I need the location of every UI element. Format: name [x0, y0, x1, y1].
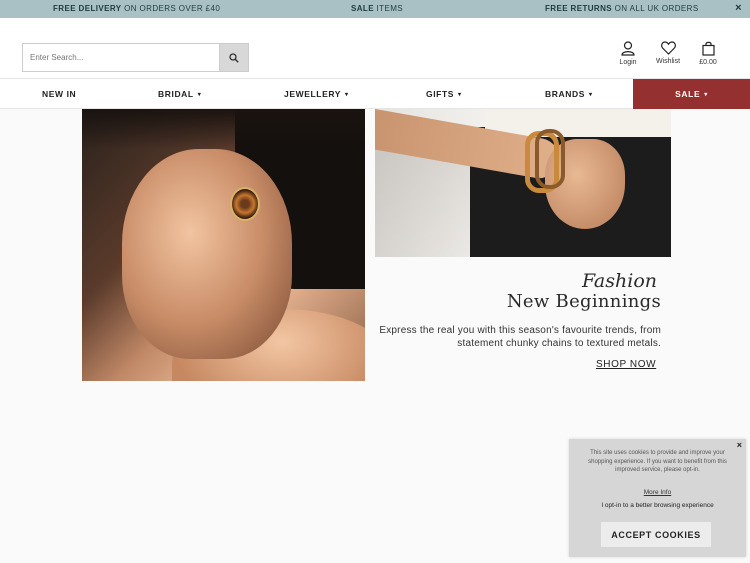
- nav-bridal-label: BRIDAL: [158, 89, 194, 99]
- basket-total: £0.00: [699, 59, 717, 66]
- wishlist-label: Wishlist: [655, 58, 681, 65]
- user-icon: [621, 41, 635, 56]
- cookie-message: This site uses cookies to provide and im…: [588, 450, 727, 473]
- promo-delivery-bold: FREE DELIVERY: [53, 4, 122, 13]
- nav-bridal[interactable]: BRIDAL ▾: [158, 79, 201, 109]
- chevron-down-icon: ▾: [704, 92, 708, 98]
- promo-close-icon[interactable]: ×: [735, 2, 742, 14]
- nav-brands-label: BRANDS: [545, 89, 585, 99]
- login-link[interactable]: Login: [608, 41, 648, 66]
- site-header: Login Wishlist £0.00: [0, 18, 750, 78]
- hero-title-new-beginnings: New Beginnings: [506, 291, 661, 312]
- cookie-opt-in-link[interactable]: I opt-in to a better browsing experience: [569, 502, 746, 509]
- shopping-bag-icon: [701, 41, 715, 56]
- hero-image-earring: [230, 187, 260, 221]
- promo-free-returns[interactable]: FREE RETURNS ON ALL UK ORDERS: [545, 4, 699, 13]
- nav-sale-label: SALE: [675, 89, 701, 99]
- chevron-down-icon: ▾: [588, 92, 593, 98]
- nav-brands[interactable]: BRANDS ▾: [545, 79, 593, 109]
- search-input[interactable]: [22, 43, 220, 72]
- promo-returns-bold: FREE RETURNS: [545, 4, 613, 13]
- nav-gifts[interactable]: GIFTS ▾: [426, 79, 462, 109]
- promo-bar: FREE DELIVERY ON ORDERS OVER £40 SALE IT…: [0, 0, 750, 18]
- hero-image-model-earrings[interactable]: [82, 109, 365, 381]
- hero-description: Express the real you with this season's …: [379, 325, 661, 349]
- promo-sale-bold: SALE: [351, 4, 374, 13]
- nav-jewellery[interactable]: JEWELLERY ▾: [284, 79, 349, 109]
- promo-sale-rest: ITEMS: [373, 4, 404, 13]
- chevron-down-icon: ▾: [458, 92, 462, 98]
- nav-sale[interactable]: SALE ▾: [633, 79, 750, 109]
- cookie-more-info-link[interactable]: More Info: [569, 489, 746, 496]
- promo-sale-items[interactable]: SALE ITEMS: [351, 4, 403, 13]
- main-nav: NEW IN BRIDAL ▾ JEWELLERY ▾ GIFTS ▾ BRANDS ▾…: [0, 78, 750, 109]
- search-icon: [229, 52, 239, 63]
- hero-image-face: [122, 149, 292, 359]
- wishlist-link[interactable]: Wishlist: [648, 41, 688, 65]
- promo-returns-rest: ON ALL UK ORDERS: [612, 4, 699, 13]
- basket-link[interactable]: £0.00: [688, 41, 728, 66]
- accept-cookies-button[interactable]: ACCEPT COOKIES: [601, 522, 711, 547]
- shop-now-link[interactable]: SHOP NOW: [596, 359, 656, 370]
- nav-new-in[interactable]: NEW IN: [42, 79, 76, 109]
- search-button[interactable]: [219, 43, 249, 72]
- nav-gifts-label: GIFTS: [426, 89, 455, 99]
- hero-image-chain-bracelet: [535, 129, 565, 189]
- chevron-down-icon: ▾: [197, 92, 202, 98]
- nav-jewellery-label: JEWELLERY: [284, 89, 342, 99]
- hero-title-fashion: Fashion: [582, 270, 657, 292]
- heart-icon: [660, 41, 676, 55]
- promo-free-delivery[interactable]: FREE DELIVERY ON ORDERS OVER £40: [53, 4, 220, 13]
- cookie-close-icon[interactable]: ×: [737, 440, 742, 450]
- cookie-banner: × This site uses cookies to provide and …: [569, 439, 746, 557]
- login-label: Login: [619, 59, 637, 66]
- hero-image-hair: [82, 109, 365, 149]
- chevron-down-icon: ▾: [345, 92, 349, 98]
- hero-image-bracelets[interactable]: [375, 109, 671, 257]
- promo-delivery-rest: ON ORDERS OVER £40: [121, 4, 221, 13]
- nav-new-in-label: NEW IN: [42, 89, 77, 99]
